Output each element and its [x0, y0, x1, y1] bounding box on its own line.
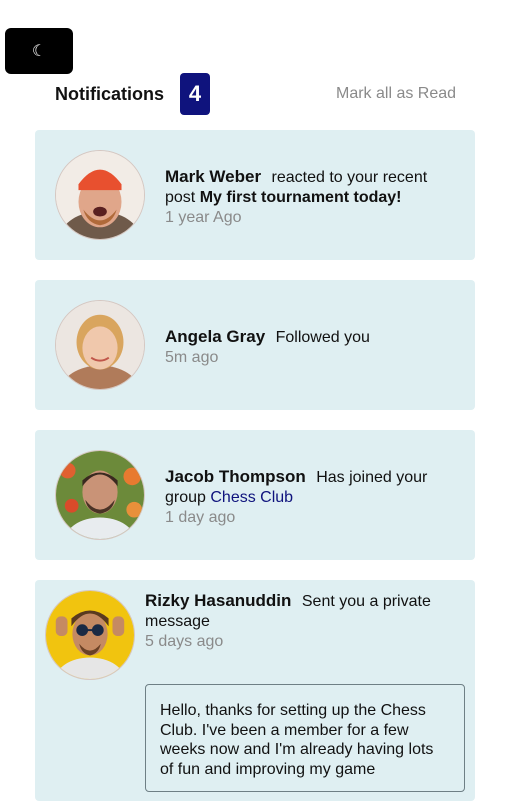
action-text: Followed you [275, 329, 370, 346]
timestamp: 5m ago [165, 349, 219, 366]
notification-text: Jacob Thompson Has joined your group Che… [165, 467, 455, 528]
notification-text: Mark Weber reacted to your recent post M… [165, 167, 455, 228]
notification-text: Rizky Hasanuddin Sent you a private mess… [145, 591, 455, 652]
timestamp: 1 day ago [165, 509, 236, 526]
timestamp: 5 days ago [145, 633, 224, 650]
avatar[interactable] [55, 450, 145, 540]
timestamp: 1 year Ago [165, 209, 242, 226]
post-link[interactable]: My first tournament today! [200, 189, 402, 206]
avatar[interactable] [55, 150, 145, 240]
user-name[interactable]: Jacob Thompson [165, 467, 306, 486]
notification-card[interactable]: Jacob Thompson Has joined your group Che… [35, 430, 475, 560]
private-message-preview[interactable]: Hello, thanks for setting up the Chess C… [145, 684, 465, 792]
unread-count-badge: 4 [180, 73, 210, 115]
theme-toggle-button[interactable]: ☾ [5, 28, 73, 74]
user-name[interactable]: Angela Gray [165, 327, 265, 346]
notification-text: Angela Gray Followed you 5m ago [165, 327, 455, 368]
user-name[interactable]: Mark Weber [165, 167, 261, 186]
group-link[interactable]: Chess Club [210, 489, 293, 506]
mark-all-read-button[interactable]: Mark all as Read [336, 85, 456, 103]
avatar[interactable] [55, 300, 145, 390]
avatar[interactable] [45, 590, 135, 680]
page-title: Notifications [55, 84, 165, 104]
moon-icon: ☾ [31, 43, 47, 60]
notification-card[interactable]: Angela Gray Followed you 5m ago [35, 280, 475, 410]
user-name[interactable]: Rizky Hasanuddin [145, 591, 291, 610]
notification-card[interactable]: Rizky Hasanuddin Sent you a private mess… [35, 580, 475, 801]
notification-card[interactable]: Mark Weber reacted to your recent post M… [35, 130, 475, 260]
